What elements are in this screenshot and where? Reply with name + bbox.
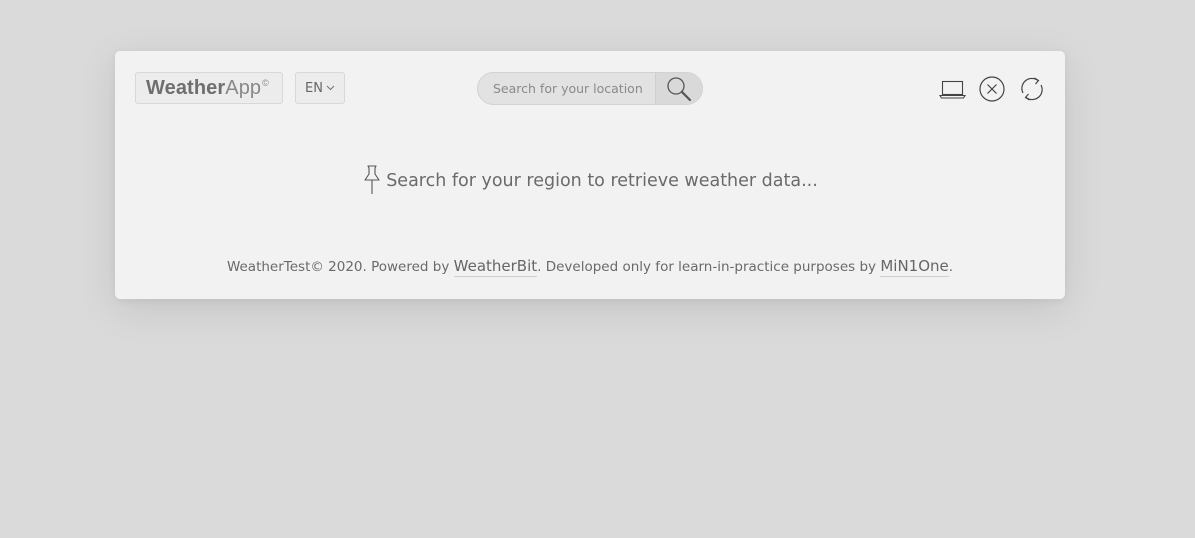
footer-suffix: . — [948, 259, 954, 275]
footer: WeatherTest© 2020. Powered by WeatherBit… — [115, 257, 1065, 277]
chevron-down-icon — [326, 85, 335, 91]
search-input[interactable] — [478, 73, 656, 104]
refresh-icon — [1021, 77, 1043, 101]
language-dropdown[interactable]: EN — [295, 72, 345, 104]
header-tools — [927, 75, 1047, 103]
laptop-icon — [938, 80, 966, 99]
app-card: Weather App © EN Search for your locatio… — [115, 51, 1065, 299]
search-bar — [477, 72, 703, 105]
close-icon — [979, 76, 1005, 102]
empty-state-hint: Search for your region to retrieve weath… — [115, 165, 1065, 197]
weatherbit-link[interactable]: WeatherBit — [453, 257, 538, 277]
hint-text: Search for your region to retrieve weath… — [386, 171, 818, 191]
logo-copyright-mark: © — [262, 78, 269, 88]
laptop-button[interactable] — [937, 75, 967, 103]
footer-middle: . Developed only for learn-in-practice p… — [537, 259, 877, 275]
app-logo[interactable]: Weather App © — [135, 72, 283, 104]
search-icon — [667, 76, 692, 101]
language-label: EN — [305, 80, 323, 96]
logo-bold-text: Weather — [146, 76, 226, 99]
close-button[interactable] — [977, 75, 1007, 103]
pushpin-icon — [364, 165, 380, 194]
logo-light-text: App — [225, 76, 262, 99]
footer-prefix: WeatherTest© 2020. Powered by — [226, 259, 450, 275]
refresh-button[interactable] — [1017, 75, 1047, 103]
search-button[interactable] — [655, 73, 702, 104]
author-link[interactable]: MiN1One — [880, 257, 949, 277]
